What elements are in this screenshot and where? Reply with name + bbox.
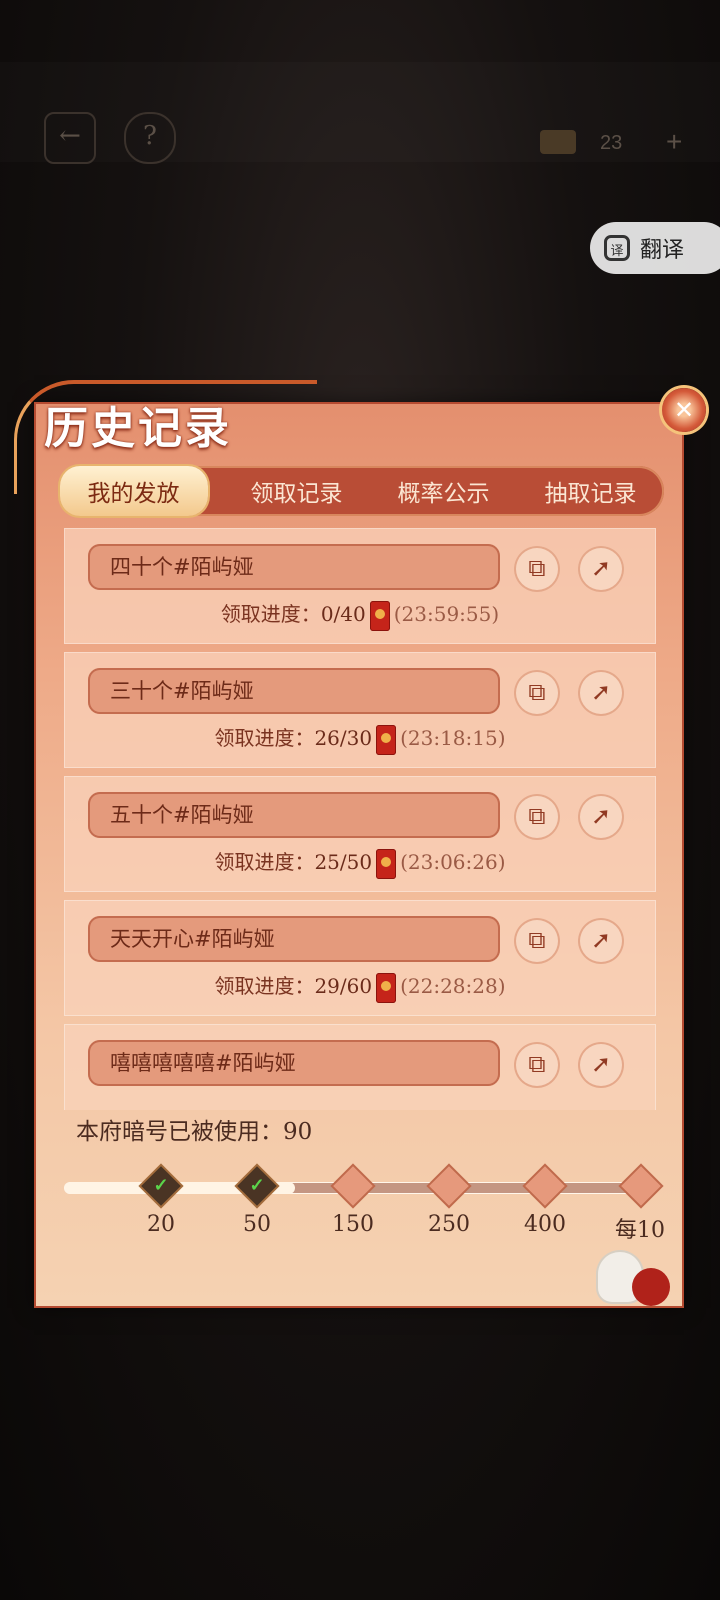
- red-packet-icon: [369, 600, 390, 631]
- milestone-each10[interactable]: [621, 1166, 661, 1206]
- tab-probability[interactable]: 概率公示: [386, 468, 502, 514]
- record-card: 五十个#陌屿娅 ⧉ ➚ 领取进度：25/50 (23:06:26): [64, 776, 656, 892]
- coin-count: 23: [600, 132, 623, 154]
- record-time: (23:06:26): [400, 850, 506, 874]
- share-button[interactable]: ➚: [578, 794, 624, 840]
- record-name: 嘻嘻嘻嘻嘻#陌屿娅: [88, 1040, 500, 1086]
- share-button[interactable]: ➚: [578, 1042, 624, 1088]
- share-button[interactable]: ➚: [578, 546, 624, 592]
- milestone-label: 每10: [615, 1218, 665, 1243]
- milestone-label: 250: [428, 1212, 470, 1237]
- milestone-50[interactable]: ✓: [237, 1166, 277, 1206]
- copy-button[interactable]: ⧉: [514, 794, 560, 840]
- record-name: 天天开心#陌屿娅: [88, 916, 500, 962]
- tab-my-distribution[interactable]: 我的发放: [59, 466, 208, 516]
- gift-icon: [627, 1172, 655, 1200]
- progress-label: 领取进度：: [220, 602, 321, 626]
- red-packet-icon: [376, 972, 397, 1003]
- tab-draw-records[interactable]: 抽取记录: [533, 468, 649, 514]
- gift-icon: [435, 1172, 463, 1200]
- progress-label: 领取进度：: [214, 974, 315, 998]
- copy-button[interactable]: ⧉: [514, 670, 560, 716]
- record-progress: 领取进度：0/40 (23:59:55): [64, 598, 656, 631]
- tab-claim-records[interactable]: 领取记录: [239, 468, 355, 514]
- record-card: 嘻嘻嘻嘻嘻#陌屿娅 ⧉ ➚: [64, 1024, 656, 1110]
- record-list[interactable]: 四十个#陌屿娅 ⧉ ➚ 领取进度：0/40 (23:59:55) 三十个#陌屿娅 …: [64, 528, 656, 1110]
- record-time: (22:28:28): [400, 974, 506, 998]
- record-name: 三十个#陌屿娅: [88, 668, 500, 714]
- translate-icon: 译: [604, 235, 630, 261]
- progress-count: 25/50: [314, 850, 373, 874]
- check-icon: ✓: [249, 1175, 265, 1196]
- milestone-150[interactable]: [333, 1166, 373, 1206]
- progress-count: 26/30: [314, 726, 373, 750]
- progress-count: 29/60: [314, 974, 373, 998]
- record-progress: 领取进度：25/50 (23:06:26): [64, 846, 656, 879]
- help-button[interactable]: ?: [124, 112, 176, 164]
- milestone-400[interactable]: [525, 1166, 565, 1206]
- milestone-label: 50: [243, 1212, 271, 1237]
- progress-count: 0/40: [320, 602, 366, 626]
- back-button[interactable]: ←: [44, 112, 96, 164]
- gift-icon: [339, 1172, 367, 1200]
- record-progress: 领取进度：29/60 (22:28:28): [64, 970, 656, 1003]
- milestone-label: 150: [332, 1212, 374, 1237]
- red-packet-icon: [376, 848, 397, 879]
- copy-button[interactable]: ⧉: [514, 546, 560, 592]
- milestone-label: 400: [524, 1212, 566, 1237]
- translate-label: 翻译: [640, 238, 685, 263]
- share-button[interactable]: ➚: [578, 670, 624, 716]
- progress-label: 领取进度：: [214, 726, 315, 750]
- record-name: 四十个#陌屿娅: [88, 544, 500, 590]
- milestone-20[interactable]: ✓: [141, 1166, 181, 1206]
- panel-title: 历史记录: [44, 403, 232, 454]
- milestone-250[interactable]: [429, 1166, 469, 1206]
- copy-button[interactable]: ⧉: [514, 918, 560, 964]
- add-coin-button[interactable]: +: [666, 126, 682, 158]
- gift-icon: [531, 1172, 559, 1200]
- record-card: 四十个#陌屿娅 ⧉ ➚ 领取进度：0/40 (23:59:55): [64, 528, 656, 644]
- lucky-bag-icon: [632, 1268, 670, 1306]
- progress-label: 领取进度：: [214, 850, 315, 874]
- record-progress: 领取进度：26/30 (23:18:15): [64, 722, 656, 755]
- record-time: (23:59:55): [393, 602, 500, 626]
- close-button[interactable]: ✕: [662, 388, 706, 432]
- check-icon: ✓: [153, 1175, 169, 1196]
- copy-button[interactable]: ⧉: [514, 1042, 560, 1088]
- milestone-label: 20: [147, 1212, 175, 1237]
- translate-button[interactable]: 译 翻译: [590, 222, 720, 274]
- share-button[interactable]: ➚: [578, 918, 624, 964]
- record-time: (23:18:15): [400, 726, 506, 750]
- usage-count: 本府暗号已被使用：90: [76, 1119, 313, 1145]
- red-packet-icon: [376, 724, 397, 755]
- coin-icon: [540, 130, 576, 154]
- record-card: 天天开心#陌屿娅 ⧉ ➚ 领取进度：29/60 (22:28:28): [64, 900, 656, 1016]
- record-card: 三十个#陌屿娅 ⧉ ➚ 领取进度：26/30 (23:18:15): [64, 652, 656, 768]
- record-name: 五十个#陌屿娅: [88, 792, 500, 838]
- tab-bar: 我的发放 领取记录 概率公示 抽取记录: [58, 466, 664, 516]
